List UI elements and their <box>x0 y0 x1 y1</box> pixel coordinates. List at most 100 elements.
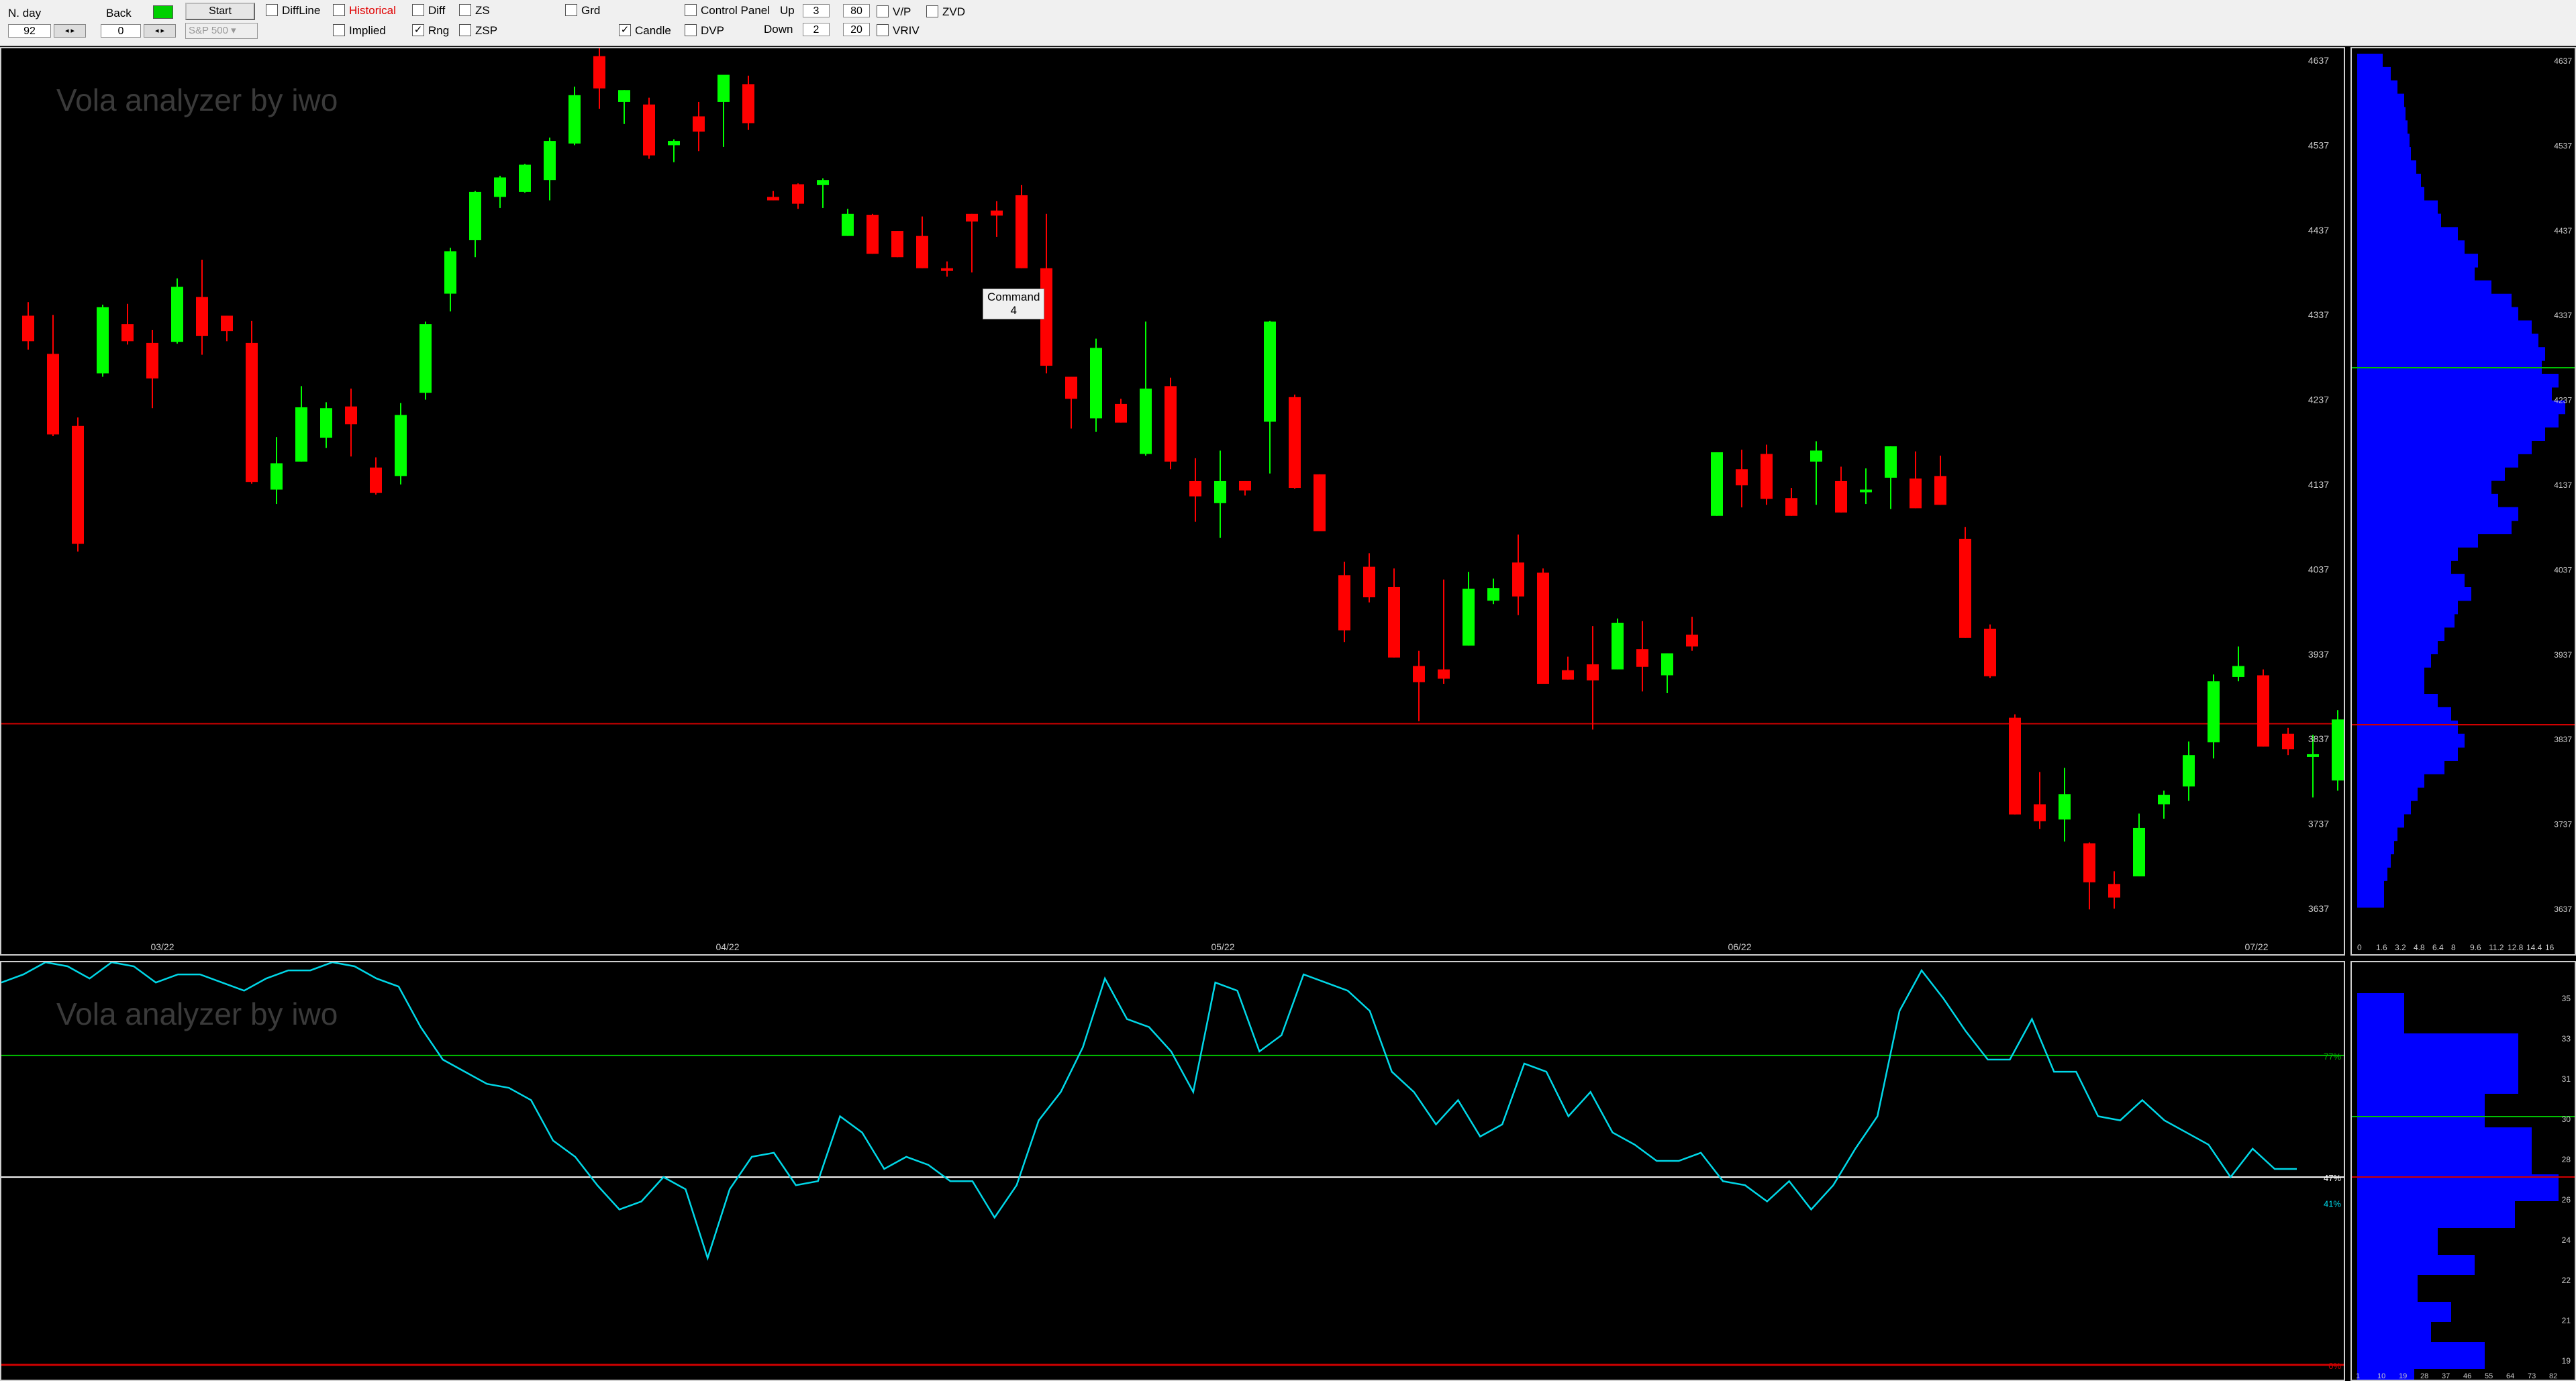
volatility-histogram: 35 33 31 30 28 26 24 22 21 19 1 10 19 28 37 46 55 64 73 82 <box>2352 993 2575 1380</box>
histogram-x-tick: 6.4 <box>2432 943 2444 952</box>
candle-body <box>1388 586 1400 658</box>
back-label: Back <box>106 7 132 19</box>
candle-body <box>1438 669 1450 679</box>
candle-body <box>2307 754 2319 757</box>
price-histogram-bar <box>2357 813 2404 828</box>
histogram-price-tick: 3837 <box>2554 735 2572 744</box>
price-histogram-bar <box>2357 107 2406 121</box>
candle-body <box>1239 480 1251 491</box>
back-input[interactable]: 0 <box>101 24 141 38</box>
control-panel-checkbox[interactable] <box>685 4 697 16</box>
vol-histogram-y-tick: 19 <box>2562 1356 2571 1366</box>
candle-body <box>519 164 531 192</box>
start-button[interactable]: Start <box>185 3 255 20</box>
lower-pct-input[interactable]: 20 <box>843 23 870 36</box>
up-input[interactable]: 3 <box>803 4 830 17</box>
vp-checkbox[interactable] <box>877 5 889 17</box>
grd-checkbox[interactable] <box>565 4 577 16</box>
color-indicator[interactable] <box>153 5 173 19</box>
volatility-chart[interactable]: 77% 47% 41% 0% <box>1 962 2344 1380</box>
candle-body <box>1314 474 1326 531</box>
nday-spinner[interactable]: ◂ ▸ <box>54 24 86 38</box>
vol-histogram-y-tick: 28 <box>2562 1155 2571 1164</box>
candle-body <box>2009 717 2021 815</box>
vol-histogram-x-tick: 55 <box>2485 1372 2493 1380</box>
zs-checkbox[interactable] <box>459 4 471 16</box>
candle-body <box>1264 321 1276 422</box>
price-histogram-bar <box>2357 187 2424 201</box>
price-histogram-bar <box>2357 54 2383 68</box>
histogram-price-tick: 4137 <box>2554 480 2572 490</box>
price-histogram-bar <box>2357 427 2545 441</box>
candle-body <box>2282 733 2294 750</box>
rng-label: Rng <box>428 24 450 37</box>
price-histogram-bar <box>2357 654 2431 668</box>
candle-body <box>146 342 158 378</box>
candle-body <box>916 236 928 268</box>
diff-checkbox[interactable] <box>412 4 424 16</box>
price-histogram-bar <box>2357 93 2404 108</box>
price-histogram-bar <box>2357 160 2416 174</box>
vriv-label: VRIV <box>893 24 920 37</box>
candle-body <box>1587 664 1599 680</box>
price-histogram-panel: 4637 4537 4437 4337 4237 4137 4037 3937 3837 3737… <box>2350 47 2576 956</box>
price-histogram-bar <box>2357 320 2532 334</box>
candle-body <box>2208 681 2220 743</box>
volatility-histogram-bar <box>2357 1201 2515 1228</box>
candle-body <box>1686 634 1698 647</box>
price-histogram-bar <box>2357 747 2458 761</box>
volatility-panel[interactable]: Vola analyzer by iwo 77% 47% 41% 0% <box>0 961 2345 1381</box>
candle-body <box>618 90 630 102</box>
price-histogram-bar <box>2357 667 2424 681</box>
price-axis-tick: 3737 <box>2308 819 2329 829</box>
nday-input[interactable]: 92 <box>8 24 51 38</box>
dvp-checkbox[interactable] <box>685 24 697 36</box>
volatility-line <box>1 962 2297 1261</box>
control-panel-label: Control Panel <box>701 4 771 17</box>
price-chart[interactable]: 4637 4537 4437 4337 4237 4137 4037 3937 3837 3737… <box>1 48 2344 954</box>
price-histogram-bar <box>2357 547 2458 561</box>
rng-checkbox[interactable]: ✓ <box>412 24 424 36</box>
candle-body <box>370 467 382 493</box>
histogram-x-tick: 12.8 <box>2508 943 2524 952</box>
histogram-price-tick: 3737 <box>2554 820 2572 829</box>
vol-histogram-x-tick: 10 <box>2377 1372 2385 1380</box>
price-histogram-bar <box>2357 880 2384 894</box>
candle-body <box>1338 575 1350 631</box>
back-spinner[interactable]: ◂ ▸ <box>144 24 176 38</box>
historical-checkbox[interactable] <box>333 4 345 16</box>
histogram-x-tick: 16 <box>2545 943 2555 952</box>
candle-body <box>1612 623 1624 670</box>
vol-histogram-x-tick: 64 <box>2506 1372 2514 1380</box>
price-histogram-bar <box>2357 307 2518 321</box>
up-label: Up <box>780 4 795 17</box>
price-axis-tick: 4637 <box>2308 55 2329 66</box>
upper-pct-input[interactable]: 80 <box>843 4 870 17</box>
candle-body <box>2108 884 2120 898</box>
candle-checkbox[interactable]: ✓ <box>619 24 631 36</box>
mid-level-label: 47% <box>2324 1173 2341 1183</box>
price-chart-panel[interactable]: Vola analyzer by iwo 4637 4537 4437 4337 423… <box>0 47 2345 956</box>
candle-body <box>1090 348 1102 419</box>
candle-body <box>2232 666 2244 677</box>
candle-body <box>1711 452 1723 516</box>
zvd-checkbox[interactable] <box>926 5 938 17</box>
volatility-histogram-bar <box>2357 1322 2431 1342</box>
histogram-x-tick: 4.8 <box>2414 943 2425 952</box>
implied-checkbox[interactable] <box>333 24 345 36</box>
symbol-value: S&P 500 <box>189 25 228 36</box>
candle-body <box>1165 386 1177 462</box>
candle-body <box>941 268 953 271</box>
candle-body <box>1140 389 1152 454</box>
price-histogram-bar <box>2357 374 2559 388</box>
symbol-select[interactable]: S&P 500 ▾ <box>185 23 258 39</box>
vriv-checkbox[interactable] <box>877 24 889 36</box>
down-input[interactable]: 2 <box>803 23 830 36</box>
candle-body <box>1115 403 1127 423</box>
diffline-checkbox[interactable] <box>266 4 278 16</box>
zsp-checkbox[interactable] <box>459 24 471 36</box>
price-histogram-bar <box>2357 694 2438 708</box>
vol-histogram-y-tick: 35 <box>2562 994 2571 1003</box>
histogram-price-tick: 4337 <box>2554 311 2572 320</box>
volatility-histogram-bar <box>2357 1275 2418 1302</box>
